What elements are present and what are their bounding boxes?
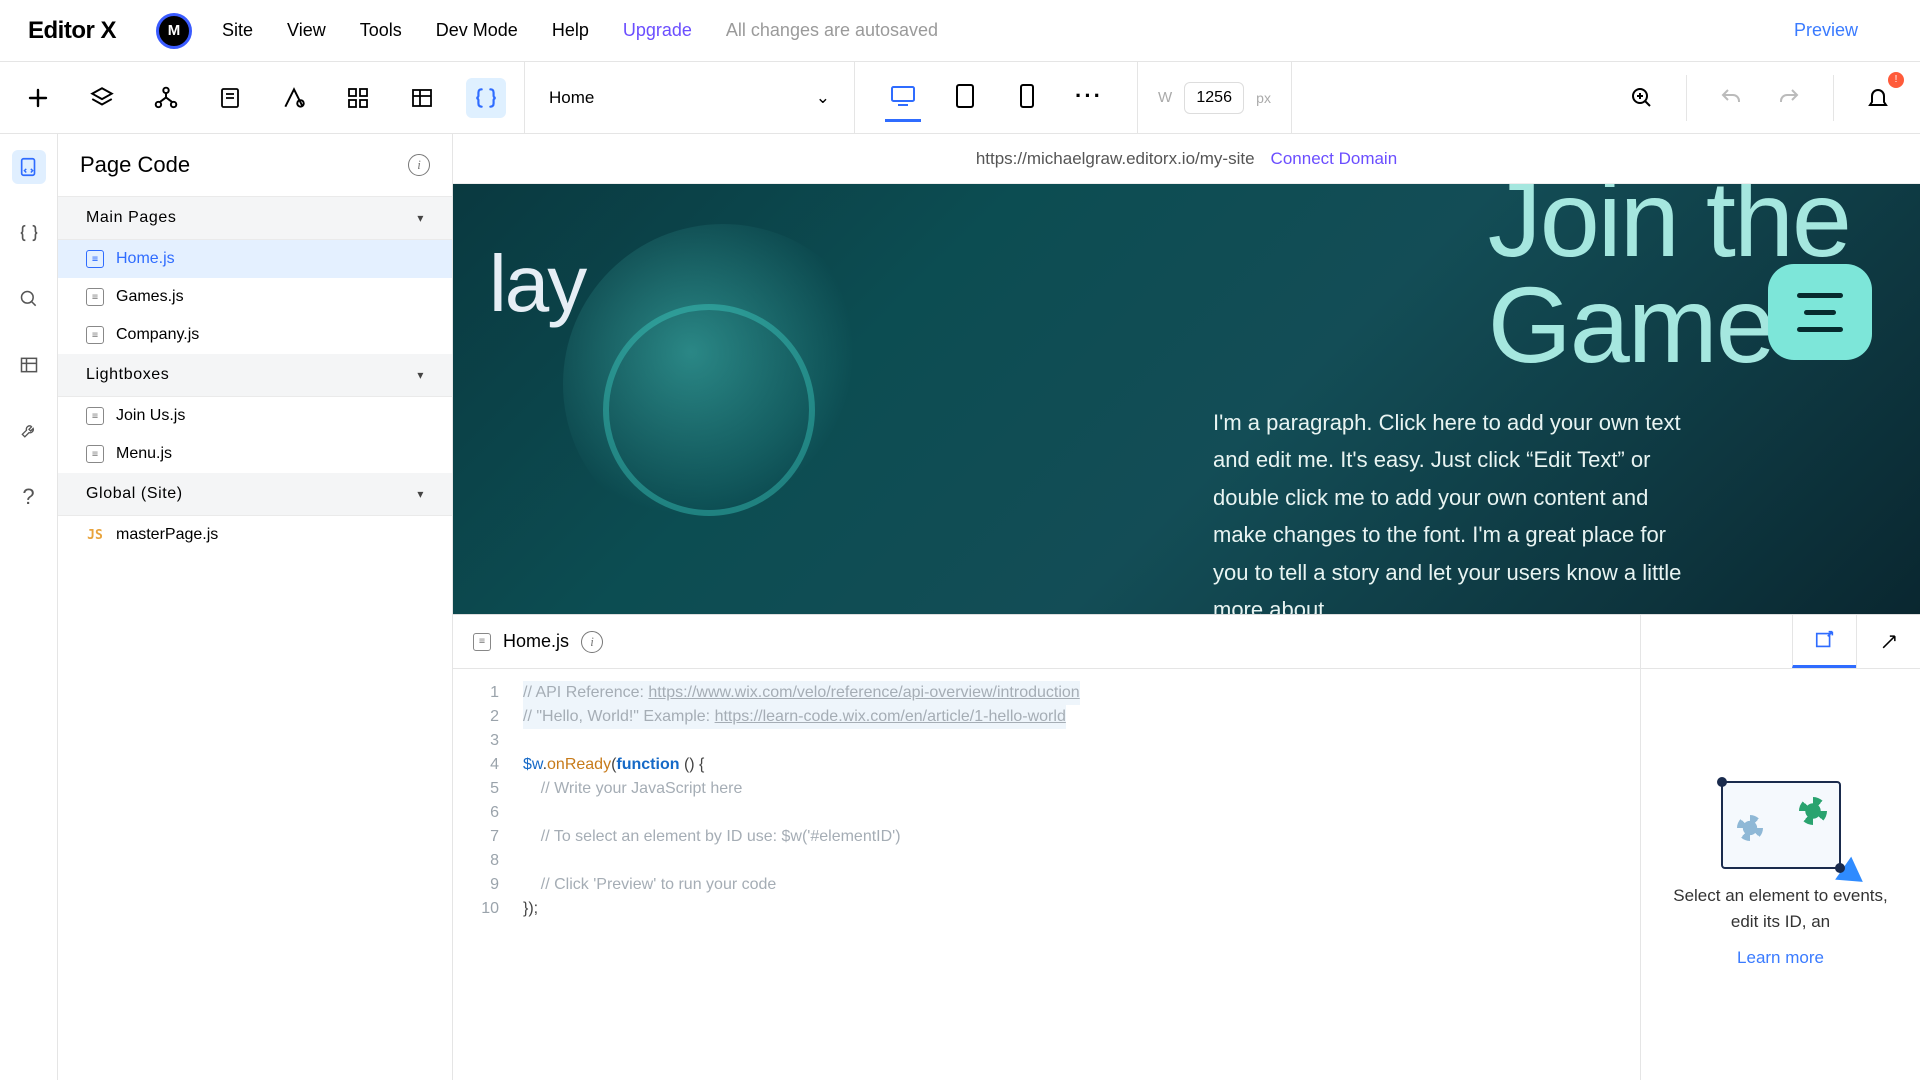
app-logo: Editor X [28, 17, 116, 45]
help-tab[interactable]: ? [12, 480, 46, 514]
menu-help[interactable]: Help [552, 20, 589, 41]
canvas-width-input[interactable] [1184, 82, 1244, 114]
info-icon[interactable]: i [408, 154, 430, 176]
connect-domain-link[interactable]: Connect Domain [1271, 149, 1398, 169]
search-code-tab[interactable] [12, 282, 46, 316]
page-code-tab[interactable] [12, 150, 46, 184]
collapse-icon: ▾ [417, 211, 424, 225]
properties-hint-text: Select an element to events, edit its ID… [1661, 883, 1900, 934]
site-preview-canvas[interactable]: lay Join theGame I'm a paragraph. Click … [453, 184, 1920, 614]
device-mobile-button[interactable] [1009, 74, 1045, 122]
js-badge-icon: JS [86, 528, 104, 543]
hamburger-menu-button[interactable] [1768, 264, 1872, 360]
expand-panel-button[interactable] [1856, 615, 1920, 668]
file-label: Join Us.js [116, 407, 185, 425]
section-label: Global (Site) [86, 485, 183, 503]
velo-tools-tab[interactable] [12, 414, 46, 448]
page-selector-dropdown[interactable]: Home ⌄ [525, 62, 855, 134]
code-braces-button[interactable] [466, 78, 506, 118]
menu-tools[interactable]: Tools [360, 20, 402, 41]
site-structure-button[interactable] [146, 78, 186, 118]
hero-text-fragment[interactable]: lay [489, 238, 585, 330]
js-file-icon: ≡ [86, 407, 104, 425]
file-join-us-js[interactable]: ≡ Join Us.js [58, 397, 452, 435]
cms-button[interactable] [402, 78, 442, 118]
file-label: Company.js [116, 326, 199, 344]
page-panel-button[interactable] [210, 78, 250, 118]
site-url: https://michaelgraw.editorx.io/my-site [976, 149, 1255, 169]
info-icon[interactable]: i [581, 631, 603, 653]
redo-button[interactable] [1769, 78, 1809, 118]
page-code-sidebar: Page Code i Main Pages ▾ ≡ Home.js ≡ Games.… [58, 134, 453, 1080]
collapse-icon: ▾ [417, 368, 424, 382]
section-lightboxes[interactable]: Lightboxes ▾ [58, 354, 452, 397]
properties-panel: Select an element to events, edit its ID… [1640, 615, 1920, 1080]
width-unit: px [1256, 90, 1271, 106]
js-file-icon: ≡ [86, 250, 104, 268]
section-label: Lightboxes [86, 366, 169, 384]
device-desktop-button[interactable] [885, 74, 921, 122]
code-tab-bar: ≡ Home.js i [453, 615, 1640, 669]
file-masterpage-js[interactable]: JS masterPage.js [58, 516, 452, 554]
masters-button[interactable] [338, 78, 378, 118]
more-breakpoints-button[interactable]: ··· [1071, 74, 1107, 122]
undo-button[interactable] [1711, 78, 1751, 118]
layers-button[interactable] [82, 78, 122, 118]
autosave-status: All changes are autosaved [726, 20, 938, 41]
user-avatar[interactable]: M [156, 13, 192, 49]
file-company-js[interactable]: ≡ Company.js [58, 316, 452, 354]
theme-button[interactable] [274, 78, 314, 118]
section-main-pages[interactable]: Main Pages ▾ [58, 197, 452, 240]
preview-link[interactable]: Preview [1794, 20, 1858, 41]
page-selector-label: Home [549, 88, 594, 108]
code-nav-strip: ? [0, 134, 58, 1080]
hero-paragraph[interactable]: I'm a paragraph. Click here to add your … [1213, 404, 1703, 614]
collapse-icon: ▾ [417, 487, 424, 501]
js-file-icon: ≡ [86, 326, 104, 344]
menu-dev-mode[interactable]: Dev Mode [436, 20, 518, 41]
databases-tab[interactable] [12, 348, 46, 382]
notifications-button[interactable]: ! [1858, 78, 1898, 118]
section-global[interactable]: Global (Site) ▾ [58, 473, 452, 516]
code-editor[interactable]: 12345678910 // API Reference: https://ww… [453, 669, 1640, 1080]
site-url-bar: https://michaelgraw.editorx.io/my-site C… [453, 134, 1920, 184]
file-label: Home.js [116, 250, 175, 268]
properties-tab-button[interactable] [1792, 615, 1856, 668]
js-file-icon: ≡ [473, 633, 491, 651]
code-gutter: 12345678910 [453, 669, 509, 1080]
section-label: Main Pages [86, 209, 177, 227]
width-label: W [1158, 89, 1172, 106]
js-file-icon: ≡ [86, 288, 104, 306]
menu-site[interactable]: Site [222, 20, 253, 41]
top-menubar: Editor X M Site View Tools Dev Mode Help… [0, 0, 1920, 62]
code-content[interactable]: // API Reference: https://www.wix.com/ve… [509, 669, 1080, 1080]
file-games-js[interactable]: ≡ Games.js [58, 278, 452, 316]
js-file-icon: ≡ [86, 445, 104, 463]
file-label: Menu.js [116, 445, 172, 463]
chevron-down-icon: ⌄ [816, 88, 830, 108]
select-element-illustration [1721, 781, 1841, 869]
file-label: Games.js [116, 288, 184, 306]
menu-view[interactable]: View [287, 20, 326, 41]
add-element-button[interactable] [18, 78, 58, 118]
menu-upgrade[interactable]: Upgrade [623, 20, 692, 41]
learn-more-link[interactable]: Learn more [1737, 948, 1824, 968]
public-code-tab[interactable] [12, 216, 46, 250]
file-menu-js[interactable]: ≡ Menu.js [58, 435, 452, 473]
editor-toolbar: Home ⌄ ··· W px ! [0, 62, 1920, 134]
file-home-js[interactable]: ≡ Home.js [58, 240, 452, 278]
device-tablet-button[interactable] [947, 74, 983, 122]
sidebar-title: Page Code [80, 152, 190, 178]
zoom-button[interactable] [1622, 78, 1662, 118]
file-label: masterPage.js [116, 526, 218, 544]
notification-badge: ! [1888, 72, 1904, 88]
code-tab-home[interactable]: Home.js [503, 631, 569, 652]
